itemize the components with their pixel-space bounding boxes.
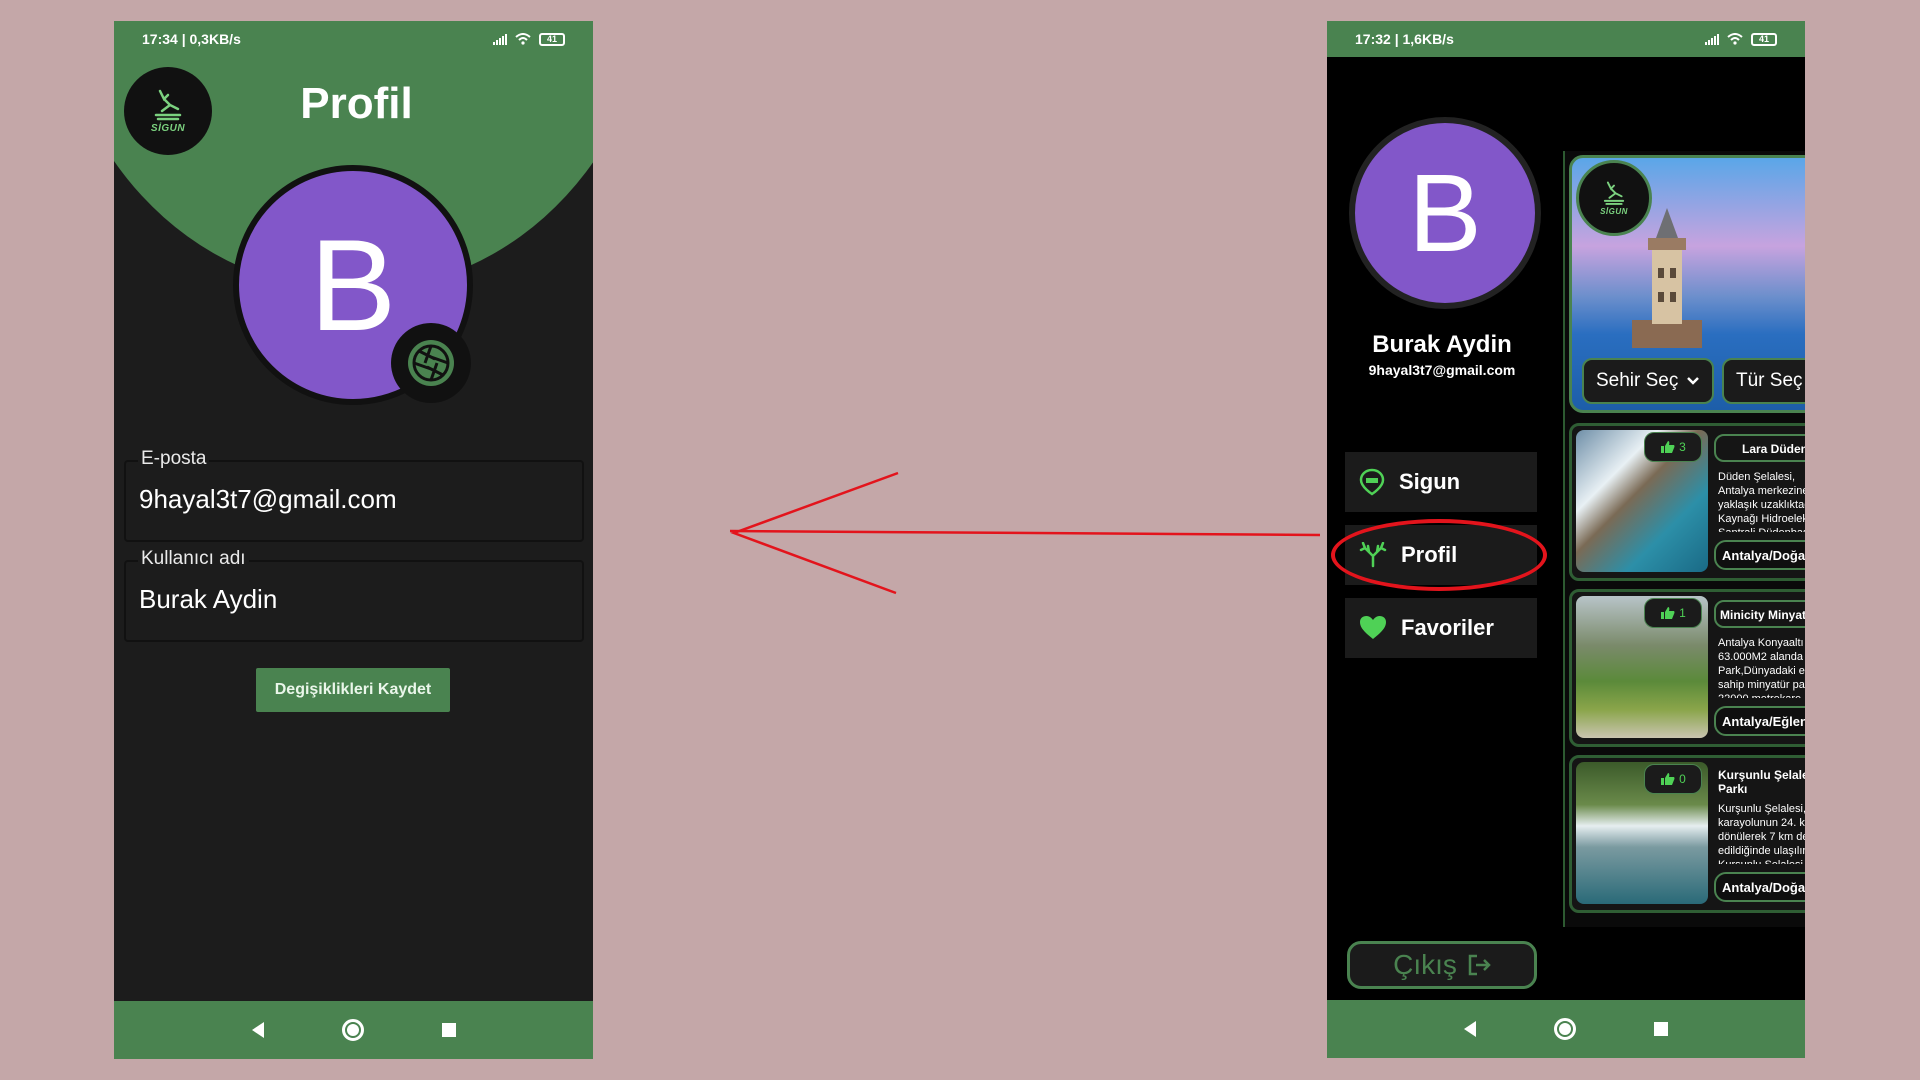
antlers-icon	[1359, 542, 1387, 568]
username-value: Burak Aydin	[139, 584, 278, 614]
drawer-screen: 17:32 | 1,6KB/s 41 SİGUN Sehir Seç Tür S…	[1327, 21, 1805, 1058]
place-card[interactable]: 3 Lara Düden Düden Şelalesi, Antalya mer…	[1569, 423, 1805, 581]
menu-item-label: Profil	[1401, 542, 1458, 567]
like-badge[interactable]: 3	[1644, 432, 1702, 462]
wifi-icon	[515, 33, 531, 45]
back-icon[interactable]	[1464, 1021, 1476, 1037]
logout-button[interactable]: Çıkış	[1347, 941, 1537, 989]
sigun-logo: SİGUN	[1576, 160, 1652, 236]
place-description: Kurşunlu Şelalesi, karayolunun 24. km dö…	[1718, 803, 1805, 864]
recent-apps-icon[interactable]	[1654, 1022, 1668, 1036]
type-select-label: Tür Seç	[1736, 370, 1803, 391]
back-icon[interactable]	[251, 1022, 264, 1038]
user-name: Burak Aydin	[1372, 331, 1512, 358]
place-card[interactable]: 1 Minicity Minyatür Antalya Konyaaltı 63…	[1569, 589, 1805, 747]
change-photo-button[interactable]	[391, 323, 471, 403]
email-label: E-posta	[138, 448, 210, 470]
thumbs-up-icon	[1661, 607, 1675, 619]
deer-icon	[1603, 181, 1625, 205]
like-badge[interactable]: 1	[1644, 598, 1702, 628]
place-title: Minicity Minyatür	[1714, 600, 1805, 628]
signal-icon	[1705, 33, 1719, 45]
camera-aperture-icon	[408, 340, 454, 386]
user-email: 9hayal3t7@gmail.com	[1368, 362, 1516, 378]
city-select[interactable]: Sehir Seç	[1582, 358, 1714, 404]
thumbs-up-icon	[1661, 441, 1675, 453]
place-title: Lara Düden	[1714, 434, 1805, 462]
status-bar: 17:34 | 0,3KB/s 41	[114, 21, 593, 57]
place-card[interactable]: 0 Kurşunlu Şelalesi Parkı Kurşunlu Şelal…	[1569, 755, 1805, 913]
recent-apps-icon[interactable]	[441, 1023, 456, 1037]
email-field[interactable]: E-posta 9hayal3t7@gmail.com	[124, 448, 584, 542]
battery-icon: 41	[539, 32, 565, 46]
page-title: Profil	[300, 79, 413, 128]
place-title: Kurşunlu Şelalesi Parkı	[1718, 768, 1805, 796]
place-description: Antalya Konyaaltı 63.000M2 alanda Park,D…	[1718, 637, 1805, 698]
status-time: 17:34 | 0,3KB/s	[142, 31, 241, 47]
username-label: Kullanıcı adı	[138, 548, 249, 570]
username-field[interactable]: Kullanıcı adı Burak Aydin	[124, 548, 584, 642]
home-icon[interactable]	[341, 1019, 364, 1041]
city-select-label: Sehir Seç	[1596, 370, 1679, 391]
status-bar: 17:32 | 1,6KB/s 41	[1327, 21, 1805, 57]
logout-icon	[1468, 954, 1491, 976]
menu-item-profil[interactable]: Profil	[1331, 519, 1547, 591]
menu-item-label: Sigun	[1399, 469, 1461, 494]
avatar: B	[1349, 117, 1541, 309]
chevron-down-icon	[1687, 377, 1700, 385]
logout-label: Çıkış	[1393, 949, 1457, 980]
battery-icon: 41	[1751, 32, 1777, 46]
save-changes-button[interactable]: Degişiklikleri Kaydet	[256, 668, 450, 712]
status-time: 17:32 | 1,6KB/s	[1355, 31, 1454, 47]
menu-item-sigun[interactable]: Sigun	[1345, 452, 1537, 512]
menu-item-label: Favoriler	[1401, 615, 1494, 640]
hero-banner: SİGUN Sehir Seç Tür Seç	[1569, 155, 1805, 413]
system-nav-bar	[1327, 1000, 1805, 1058]
sigun-location-icon	[1359, 468, 1385, 496]
place-location: Antalya/Doğa	[1714, 540, 1805, 570]
annotation-arrow	[729, 471, 1321, 595]
signal-icon	[493, 33, 507, 45]
system-nav-bar	[114, 1001, 593, 1059]
like-badge[interactable]: 0	[1644, 764, 1702, 794]
home-icon[interactable]	[1554, 1018, 1576, 1040]
profile-screen: 17:34 | 0,3KB/s 41 SİGUN Profil B E-post…	[114, 21, 593, 1059]
email-value: 9hayal3t7@gmail.com	[139, 484, 397, 514]
place-location: Antalya/Doğa	[1714, 872, 1805, 902]
place-location: Antalya/Eğlence	[1714, 706, 1805, 736]
place-description: Düden Şelalesi, Antalya merkezine yaklaş…	[1718, 471, 1805, 532]
wifi-icon	[1727, 33, 1743, 45]
places-list: SİGUN Sehir Seç Tür Seç 3 Lara Düden Düd…	[1563, 151, 1805, 927]
thumbs-up-icon	[1661, 773, 1675, 785]
navigation-drawer: B Burak Aydin 9hayal3t7@gmail.com Sigun …	[1327, 57, 1557, 999]
type-select[interactable]: Tür Seç	[1722, 358, 1805, 404]
heart-icon	[1360, 616, 1386, 639]
menu-item-favoriler[interactable]: Favoriler	[1345, 598, 1537, 658]
maiden-tower-image	[1632, 208, 1702, 348]
